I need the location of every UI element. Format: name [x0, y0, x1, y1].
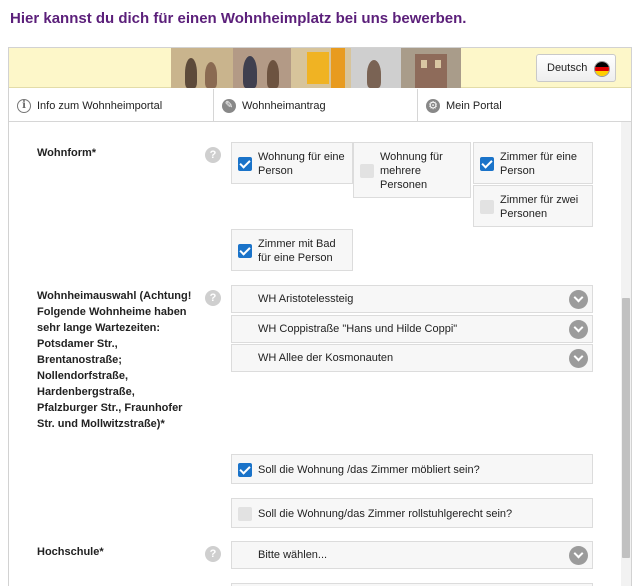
info-icon: i: [17, 98, 31, 113]
select-wohnheim-2[interactable]: WH Coppistraße "Hans und Hilde Coppi": [231, 315, 593, 343]
option-label: Wohnung für eine Person: [258, 151, 345, 177]
tab-info-label: Info zum Wohnheimportal: [37, 99, 163, 112]
hochschule-help-icon[interactable]: ?: [205, 546, 221, 562]
chevron-down-icon: [569, 320, 588, 339]
select-value: WH Coppistraße "Hans und Hilde Coppi": [258, 323, 458, 335]
option-wohnung-mehrere-personen[interactable]: Wohnung für mehrere Personen: [353, 142, 471, 198]
page-heading: Hier kannst du dich für einen Wohnheimpl…: [10, 10, 467, 27]
tab-wohnheimantrag[interactable]: ✎ Wohnheimantrag: [213, 89, 417, 122]
wohnform-label: Wohnform*: [37, 147, 97, 159]
select-value: WH Allee der Kosmonauten: [258, 352, 394, 364]
option-label: Soll die Wohnung/das Zimmer rollstuhlger…: [258, 508, 513, 520]
banner-photo-strip: [171, 48, 461, 88]
option-label: Zimmer mit Bad für eine Person: [258, 238, 336, 264]
checkbox-unchecked-icon: [238, 507, 252, 521]
option-label: Zimmer für eine Person: [500, 151, 578, 177]
pencil-icon: ✎: [222, 98, 236, 113]
checkbox-checked-icon: [238, 463, 252, 477]
option-label: Wohnung für mehrere Personen: [380, 151, 443, 191]
option-wohnung-eine-person[interactable]: Wohnung für eine Person: [231, 142, 353, 184]
gear-icon: ⚙: [426, 98, 440, 113]
chevron-down-icon: [569, 290, 588, 309]
tab-mein-portal[interactable]: ⚙ Mein Portal: [417, 89, 631, 122]
language-button[interactable]: Deutsch: [536, 54, 616, 82]
option-zimmer-eine-person[interactable]: Zimmer für eine Person: [473, 142, 593, 184]
german-flag-icon: [594, 61, 610, 77]
checkbox-unchecked-icon: [360, 164, 374, 178]
chevron-down-icon: [569, 546, 588, 565]
option-moebliert[interactable]: Soll die Wohnung /das Zimmer möbliert se…: [231, 454, 593, 484]
option-zimmer-mit-bad[interactable]: Zimmer mit Bad für eine Person: [231, 229, 353, 271]
main-navigation: i Info zum Wohnheimportal ✎ Wohnheimantr…: [9, 89, 631, 122]
checkbox-checked-icon: [480, 157, 494, 171]
hochschule-label: Hochschule*: [37, 546, 104, 558]
select-hochschule[interactable]: Bitte wählen...: [231, 541, 593, 569]
scrollbar-thumb[interactable]: [622, 298, 630, 558]
checkbox-checked-icon: [238, 244, 252, 258]
checkbox-unchecked-icon: [480, 200, 494, 214]
header-banner: Deutsch: [9, 48, 631, 88]
wohnheimauswahl-help-icon[interactable]: ?: [205, 290, 221, 306]
tab-mein-portal-label: Mein Portal: [446, 99, 502, 112]
select-wohnheim-1[interactable]: WH Aristotelessteig: [231, 285, 593, 313]
wohnheimauswahl-label: Wohnheimauswahl (Achtung! Folgende Wohnh…: [37, 290, 192, 430]
option-label: Soll die Wohnung /das Zimmer möbliert se…: [258, 464, 480, 476]
select-value: Bitte wählen...: [258, 549, 328, 561]
portal-frame: Deutsch i Info zum Wohnheimportal ✎ Wohn…: [8, 47, 632, 586]
tab-info[interactable]: i Info zum Wohnheimportal: [9, 89, 213, 122]
option-rollstuhlgerecht[interactable]: Soll die Wohnung/das Zimmer rollstuhlger…: [231, 498, 593, 528]
wohnform-help-icon[interactable]: ?: [205, 147, 221, 163]
tab-wohnheimantrag-label: Wohnheimantrag: [242, 99, 326, 112]
select-wohnheim-3[interactable]: WH Allee der Kosmonauten: [231, 344, 593, 372]
select-value: WH Aristotelessteig: [258, 293, 354, 305]
language-label: Deutsch: [547, 62, 588, 74]
checkbox-checked-icon: [238, 157, 252, 171]
chevron-down-icon: [569, 349, 588, 368]
option-zimmer-zwei-personen[interactable]: Zimmer für zwei Personen: [473, 185, 593, 227]
option-label: Zimmer für zwei Personen: [500, 194, 579, 220]
